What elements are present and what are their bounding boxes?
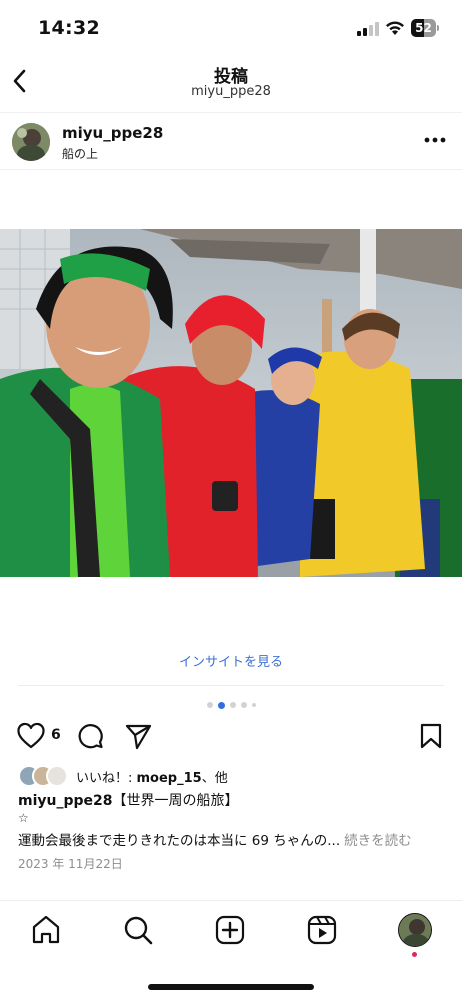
insights-link[interactable]: インサイトを見る [0,651,462,670]
likes-suffix: 、他 [201,771,228,786]
avatar [46,765,68,787]
divider [18,685,444,686]
post-date: 2023 年 11月22日 [18,857,123,871]
caption-username[interactable]: miyu_ppe28 [18,793,113,809]
carousel-dot-active [217,701,225,709]
likes-prefix: いいね！: [76,771,137,786]
post-photo[interactable] [0,229,462,577]
search-icon[interactable] [121,913,155,947]
status-time: 14:32 [38,17,100,39]
reels-icon[interactable] [305,913,339,947]
ellipsis-icon[interactable] [422,135,448,145]
page-subtitle: miyu_ppe28 [191,84,271,99]
wifi-icon [386,21,404,35]
heart-icon[interactable] [16,722,46,750]
battery-icon: 52 [411,19,439,37]
notification-dot [412,952,417,957]
carousel-dot [251,703,256,707]
caption-title: 【世界一周の船旅】 [112,793,239,809]
carousel-dot [229,702,236,708]
caption-star: ☆ [18,811,29,825]
carousel-dot [240,702,247,708]
caption-text-line: 運動会最後まで走りきれたのは本当に 69 ちゃんの... 続きを読む [18,829,412,849]
paper-plane-icon[interactable] [124,722,152,750]
comment-bubble-icon[interactable] [76,722,104,750]
post-location[interactable]: 船の上 [62,145,98,162]
likes-user[interactable]: moep_15 [137,771,202,786]
likes-summary[interactable]: いいね！: moep_15、他 [18,764,448,788]
caption-text: 運動会最後まで走りきれたのは本当に 69 ちゃんの... [18,833,341,849]
battery-percent: 52 [415,21,432,35]
status-bar: 14:32 52 [0,0,462,56]
likes-text: いいね！: moep_15、他 [76,767,228,786]
plus-square-icon[interactable] [213,913,247,947]
nav-header: 投稿 miyu_ppe28 [0,56,462,108]
read-more-link[interactable]: 続きを読む [344,833,412,849]
avatar[interactable] [12,123,50,161]
like-count[interactable]: 6 [51,727,61,743]
profile-avatar[interactable] [398,913,432,947]
carousel-indicator [0,701,462,709]
home-icon[interactable] [29,913,63,947]
cellular-signal-icon [357,22,379,36]
home-indicator [148,984,314,990]
liker-avatars [18,765,78,787]
action-bar: 6 [0,718,462,754]
post-username[interactable]: miyu_ppe28 [62,124,163,142]
carousel-dot [206,702,213,708]
caption: miyu_ppe28【世界一周の船旅】 [18,790,239,810]
post-header: miyu_ppe28 船の上 [0,112,462,170]
bookmark-icon[interactable] [418,722,444,750]
